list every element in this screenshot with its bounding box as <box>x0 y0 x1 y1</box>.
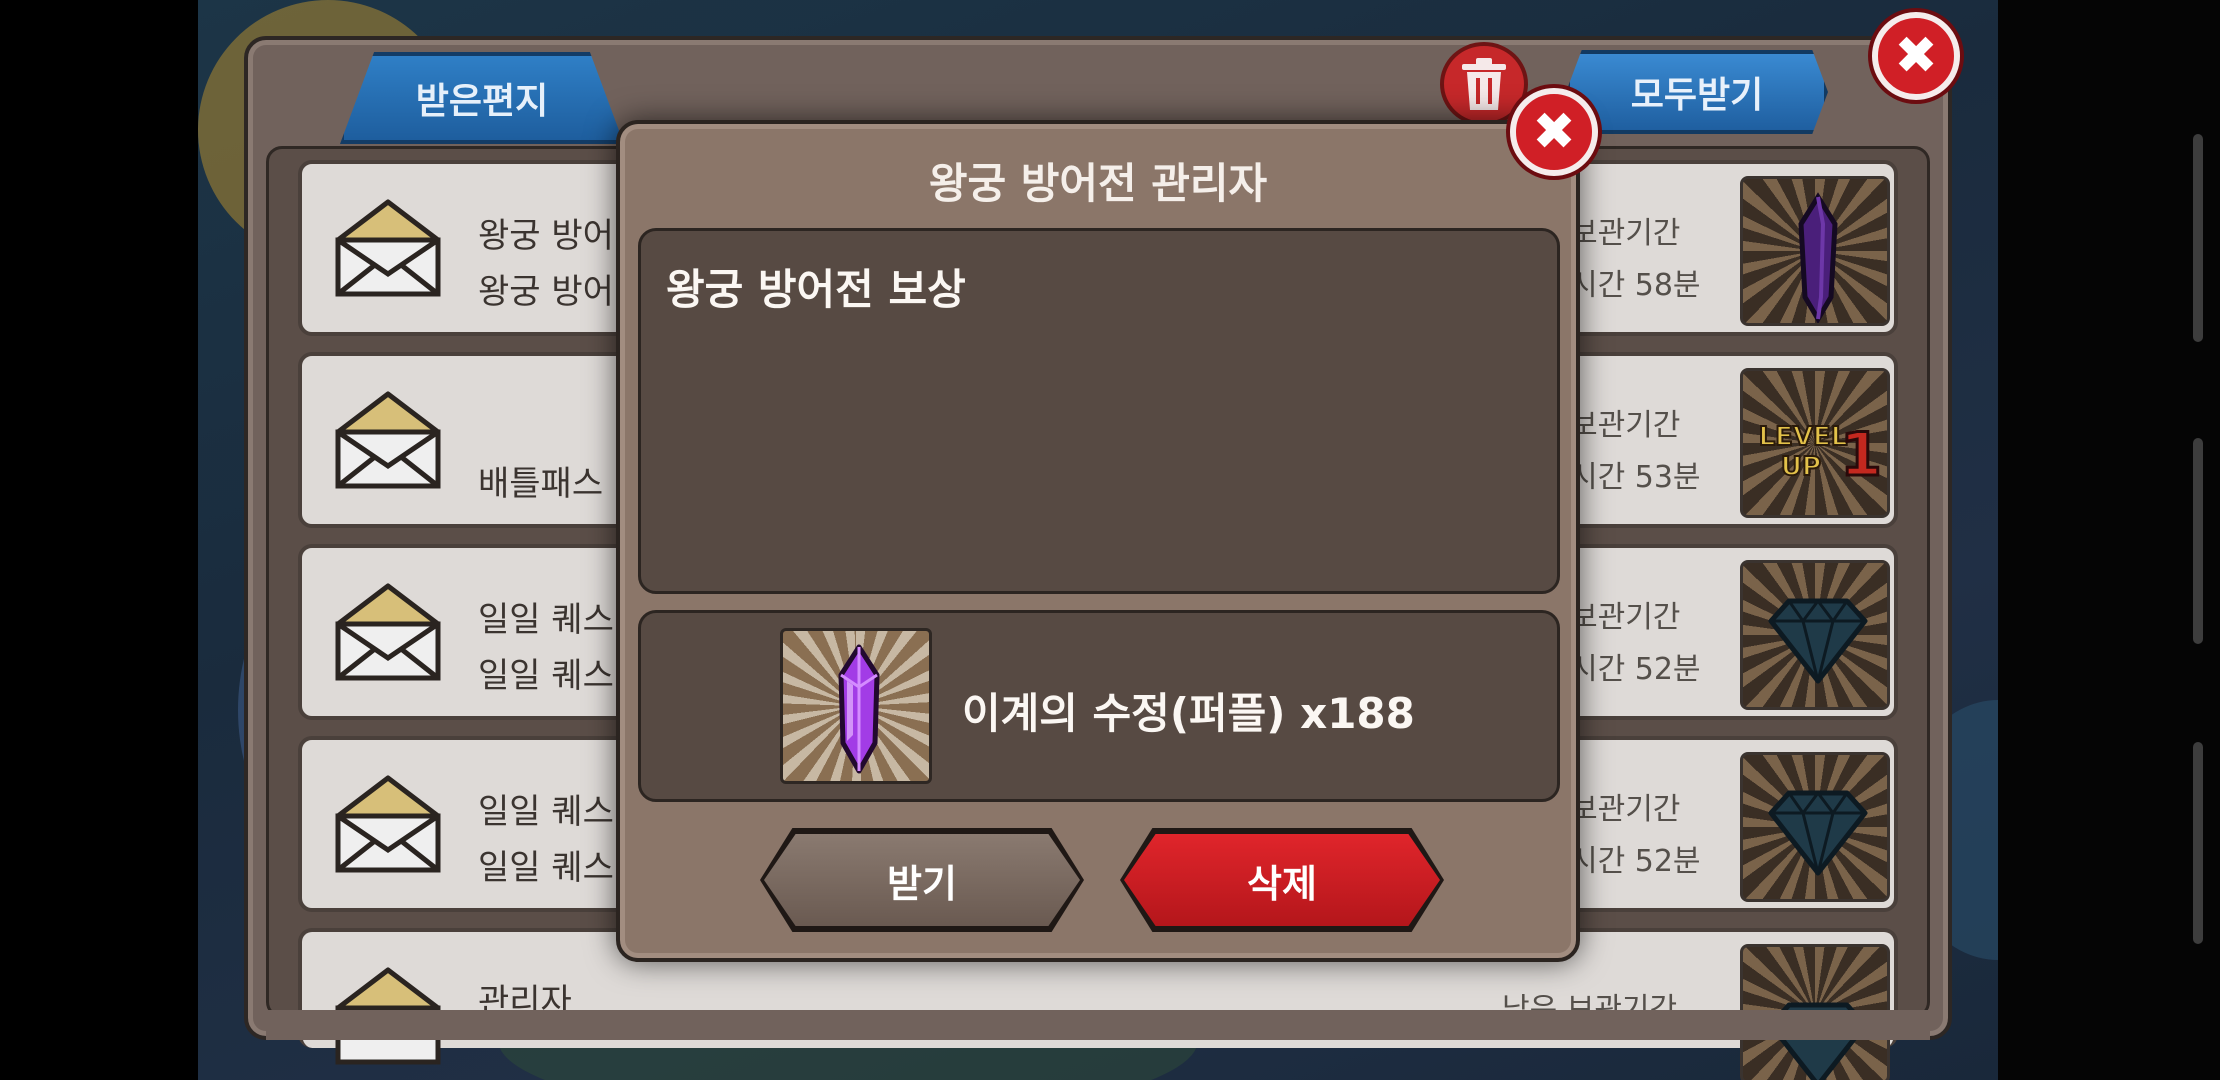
system-nav-indicator <box>2193 134 2203 342</box>
mail-reward-thumb <box>1740 752 1890 902</box>
mail-reward-thumb <box>1740 176 1890 326</box>
mail-subject: 일일 퀘스 <box>478 848 614 888</box>
mail-subject: 왕궁 방어 <box>478 272 614 312</box>
envelope-icon <box>335 775 441 873</box>
delete-button[interactable]: 삭제 <box>1124 834 1440 926</box>
envelope-icon <box>335 199 441 297</box>
mail-keep-label: 보관기간 <box>1570 216 1681 251</box>
claim-all-button[interactable]: 모두받기 <box>1566 50 1828 134</box>
mail-keep-time: 시간 52분 <box>1570 844 1701 879</box>
mailbox-bottom-edge <box>266 1010 1930 1040</box>
mail-keep-time: 시간 58분 <box>1570 268 1701 303</box>
dialog-title: 왕궁 방어전 관리자 <box>928 159 1268 208</box>
diamond-icon <box>1768 790 1868 876</box>
diamond-icon <box>1768 598 1868 684</box>
mail-sender: 왕궁 방어 <box>478 216 614 256</box>
close-icon: ✖ <box>1894 26 1938 86</box>
envelope-icon <box>335 583 441 681</box>
trash-icon <box>1462 58 1506 110</box>
level-up-text-top: LEVEL <box>1759 422 1848 452</box>
level-up-text-bottom: UP <box>1781 452 1821 482</box>
system-nav-indicator <box>2193 742 2203 944</box>
reward-item-icon <box>780 628 932 784</box>
message-text: 왕궁 방어전 보상 <box>666 265 966 314</box>
mail-subject: 일일 퀘스 <box>478 656 614 696</box>
envelope-icon <box>335 391 441 489</box>
purple-crystal-icon <box>838 644 880 774</box>
mail-sender: 일일 퀘스 <box>478 792 614 832</box>
mailbox-close-button[interactable]: ✖ <box>1872 12 1960 100</box>
mail-keep-label: 보관기간 <box>1570 792 1681 827</box>
system-side-bar <box>1998 0 2220 1080</box>
mail-keep-label: 보관기간 <box>1570 408 1681 443</box>
mail-reward-thumb <box>1740 560 1890 710</box>
purple-crystal-icon <box>1798 192 1838 323</box>
level-up-icon: LEVEL UP 1 <box>1758 419 1884 492</box>
mail-keep-label: 보관기간 <box>1570 600 1681 635</box>
reward-item-label: 이계의 수정(퍼플) x188 <box>962 689 1415 738</box>
mail-keep-time: 시간 53분 <box>1570 460 1701 495</box>
system-nav-indicator <box>2193 438 2203 644</box>
receive-button[interactable]: 받기 <box>764 834 1080 926</box>
tab-received-mail-label: 받은편지 <box>415 81 549 122</box>
mail-subject: 배틀패스 <box>478 464 604 504</box>
mail-sender: 일일 퀘스 <box>478 600 614 640</box>
mail-keep-time: 시간 52분 <box>1570 652 1701 687</box>
mail-reward-thumb: LEVEL UP 1 <box>1740 368 1890 518</box>
level-up-number: 1 <box>1840 420 1882 490</box>
